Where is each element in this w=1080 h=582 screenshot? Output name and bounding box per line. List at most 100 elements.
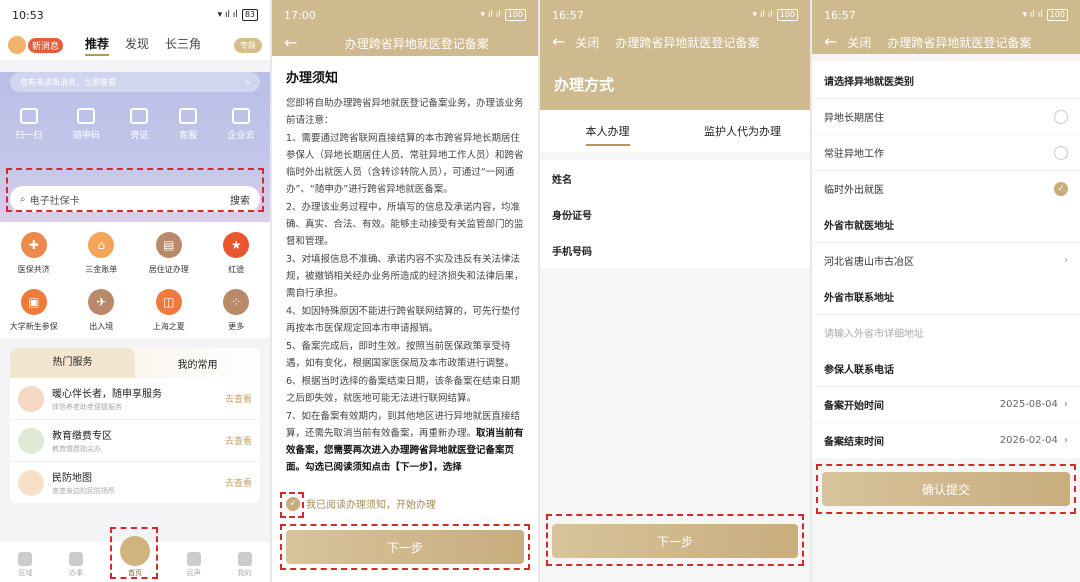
address-select[interactable]: 河北省唐山市古冶区 › (812, 242, 1080, 278)
service-panel: 热门服务 我的常用 暖心伴长者，随申享服务 体验养老助老便捷服务 去查看 教育缴费… (10, 348, 260, 504)
chevron-right-icon: › (1063, 399, 1068, 410)
building-icon (232, 108, 251, 124)
radio-icon[interactable] (1054, 145, 1068, 160)
highlight-next (546, 514, 804, 566)
page-title: 办理跨省异地就医登记备案 (887, 35, 1032, 50)
chevron-right-icon: › (1064, 255, 1068, 266)
back-arrow-icon[interactable]: ← (284, 35, 297, 51)
check-icon[interactable]: ✓ (1054, 181, 1068, 196)
tab-my-services[interactable]: 我的常用 (135, 356, 260, 371)
end-date-field[interactable]: 备案结束时间 2026-02-04 › (812, 422, 1080, 458)
grid-item[interactable]: ✈ 出入境 (68, 289, 136, 332)
method-heading: 办理方式 (554, 76, 615, 94)
status-bar: 17:00 ▾ ıl ıl 100 (272, 0, 538, 30)
phone-label[interactable]: 参保人联系电话 (812, 350, 1080, 386)
quick-service[interactable]: 客服 (179, 108, 197, 141)
bag-icon: ◫ (155, 289, 182, 315)
status-bar: 16:57 ▾ ıl ıl 100 (540, 0, 810, 30)
agree-checkbox[interactable]: ✓ 我已阅读办理须知，开始办理 (286, 496, 436, 511)
tab-hot-services[interactable]: 热门服务 (10, 348, 135, 378)
option-long-term[interactable]: 异地长期居住 (812, 98, 1080, 134)
service-grid: ✚ 医保共济 ⌂ 三金账单 ▤ 居住证办理 ★ 红途 ▣ 大学新生参保 ✈ 出入境 ◫ 上海之… (0, 222, 270, 338)
elder-icon (18, 385, 44, 412)
contact-label: 外省市联系地址 (812, 278, 1080, 314)
name-field[interactable]: 姓名 (540, 160, 810, 196)
more-icon: ⁘ (223, 289, 250, 315)
highlight-checkbox (280, 492, 304, 518)
status-bar: 10:53 ▾ ıl ıl 83 (0, 0, 270, 30)
back-arrow-icon[interactable]: ← (552, 34, 565, 50)
special-edition-button[interactable]: 专版 (234, 37, 262, 53)
grid-item[interactable]: ✚ 医保共济 (0, 232, 68, 275)
scan-icon (19, 108, 38, 124)
contact-address-input[interactable]: 请输入外省市详细地址 (812, 314, 1080, 350)
status-bar: 16:57 ▾ ıl ıl 100 (812, 0, 1080, 30)
list-item[interactable]: 教育缴费专区 教育缴费指尖办 去查看 (10, 420, 260, 462)
status-time: 10:53 (12, 8, 44, 22)
grid-item[interactable]: ⁘ 更多 (203, 289, 271, 332)
tab-self[interactable]: 本人办理 (540, 123, 675, 146)
chevron-right-icon: › (245, 75, 250, 89)
grid-item[interactable]: ★ 红途 (203, 232, 271, 275)
list-item[interactable]: 暖心伴长者，随申享服务 体验养老助老便捷服务 去查看 (10, 378, 260, 420)
user-icon (237, 552, 252, 566)
close-button[interactable]: 关闭 (847, 34, 871, 51)
voice-icon (186, 552, 201, 566)
view-button[interactable]: 去查看 (225, 476, 252, 489)
region-icon (18, 552, 33, 566)
page-title: 办理跨省异地就医登记备案 (615, 35, 760, 50)
tab-mine[interactable]: 我的 (237, 552, 252, 578)
quick-qrcode[interactable]: 随申码 (73, 108, 100, 141)
service-tabs: 热门服务 我的常用 (10, 348, 260, 378)
quick-license[interactable]: 亮证 (130, 108, 148, 141)
medical-icon: ✚ (20, 232, 47, 258)
quick-scan[interactable]: 扫一扫 (15, 108, 42, 141)
id-card-icon: ▤ (155, 232, 182, 258)
highlight-next (280, 524, 530, 570)
message-badge[interactable]: 新消息 (8, 36, 64, 54)
grid-item[interactable]: ⌂ 三金账单 (68, 232, 136, 275)
phone-method: 16:57 ▾ ıl ıl 100 ← 关闭 办理跨省异地就医登记备案 办理方式… (540, 0, 810, 582)
view-button[interactable]: 去查看 (225, 392, 252, 405)
map-icon (18, 469, 44, 496)
home-tabs: 推荐 发现 长三角 (85, 35, 201, 56)
id-number-field[interactable]: 身份证号 (540, 196, 810, 232)
tab-voice[interactable]: 民声 (186, 552, 201, 578)
tab-discover[interactable]: 发现 (125, 35, 149, 56)
phone-field[interactable]: 手机号码 (540, 232, 810, 268)
tab-guardian[interactable]: 监护人代为办理 (675, 123, 810, 139)
option-work[interactable]: 常驻异地工作 (812, 134, 1080, 170)
highlight-search (6, 168, 264, 212)
tab-recommend[interactable]: 推荐 (85, 35, 110, 56)
nav-bar: ← 办理跨省异地就医登记备案 (272, 30, 538, 56)
status-icons: ▾ ıl ıl 83 (218, 9, 258, 21)
tab-region[interactable]: 区域 (18, 552, 33, 578)
back-arrow-icon[interactable]: ← (824, 34, 837, 50)
category-label: 请选择异地就医类别 (812, 62, 1080, 98)
phone-notice: 17:00 ▾ ıl ıl 100 ← 办理跨省异地就医登记备案 办理须知 您即… (272, 0, 538, 582)
list-item[interactable]: 民防地图 查查身边的民防场所 去查看 (10, 462, 260, 504)
avatar (8, 36, 26, 54)
grid-item[interactable]: ▣ 大学新生参保 (0, 289, 68, 332)
view-button[interactable]: 去查看 (225, 434, 252, 447)
notice-heading: 办理须知 (286, 71, 339, 86)
quick-enterprise[interactable]: 企业云 (228, 108, 255, 141)
headset-icon (179, 108, 198, 124)
card-icon (130, 108, 149, 124)
notice-bar[interactable]: 您有未读新消息，立即查看 › (10, 72, 260, 92)
address-label: 外省市就医地址 (812, 206, 1080, 242)
page-title: 办理跨省异地就医登记备案 (344, 36, 489, 51)
tab-yangtze[interactable]: 长三角 (165, 35, 201, 56)
tab-affairs[interactable]: 办事 (69, 552, 84, 578)
grid-item[interactable]: ◫ 上海之夏 (135, 289, 203, 332)
close-button[interactable]: 关闭 (575, 34, 599, 51)
grid-item[interactable]: ▤ 居住证办理 (135, 232, 203, 275)
start-date-field[interactable]: 备案开始时间 2025-08-04 › (812, 386, 1080, 422)
nav-bar: ← 关闭 办理跨省异地就医登记备案 (812, 30, 1080, 54)
phone-home: 10:53 ▾ ıl ıl 83 新消息 推荐 发现 长三角 专版 您有未读新消… (0, 0, 270, 582)
radio-icon[interactable] (1054, 109, 1068, 124)
quick-actions: 扫一扫 随申码 亮证 客服 企业云 (0, 108, 270, 141)
chevron-right-icon: › (1063, 435, 1068, 446)
option-temporary[interactable]: 临时外出就医 ✓ (812, 170, 1080, 206)
star-icon: ★ (223, 232, 250, 258)
